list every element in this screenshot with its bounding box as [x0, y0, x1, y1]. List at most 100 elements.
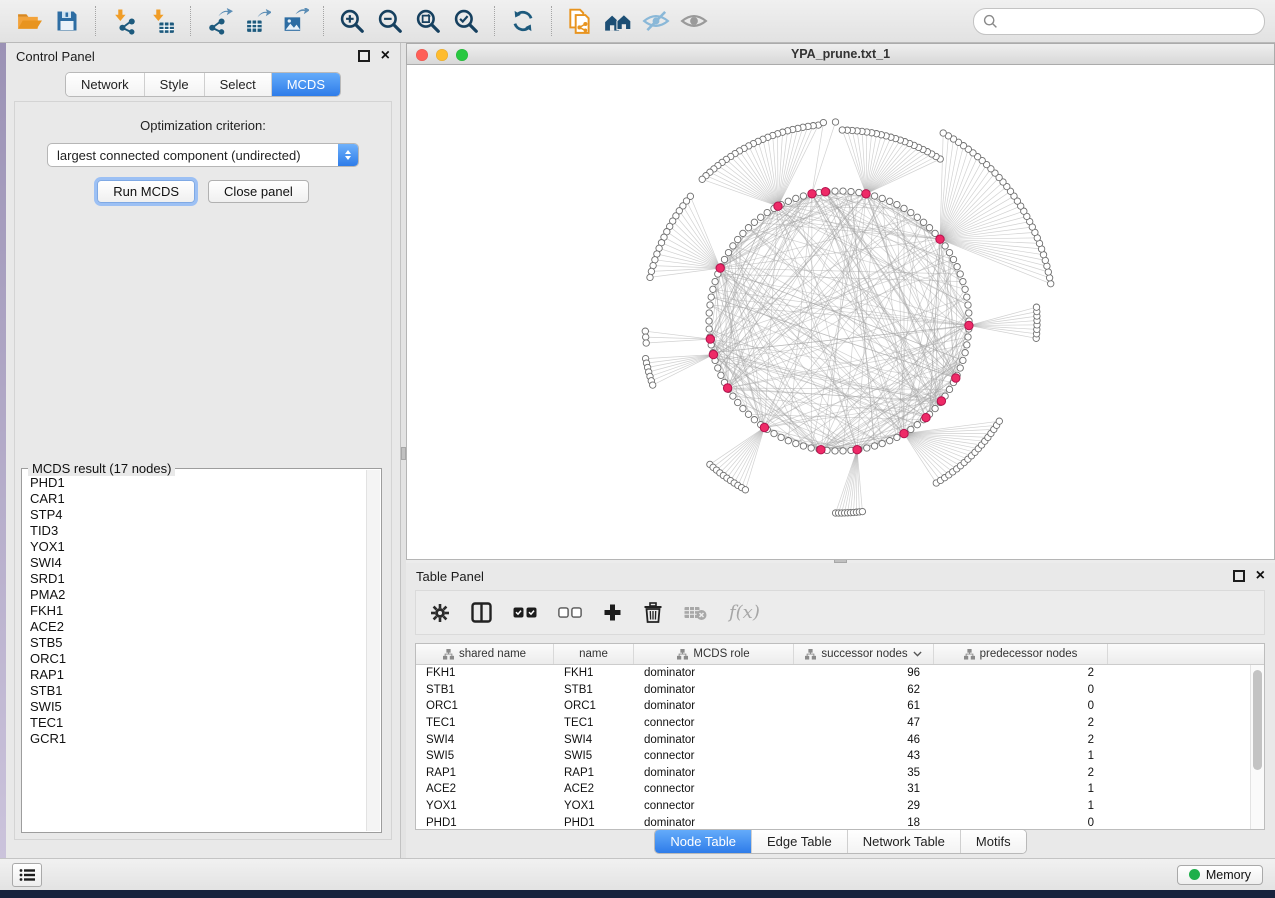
first-neighbors-button[interactable]	[599, 4, 637, 38]
zoom-selected-icon	[452, 7, 480, 35]
mcds-result-item[interactable]: RAP1	[30, 667, 360, 683]
new-network-from-selection-button[interactable]	[561, 4, 599, 38]
apply-function-button[interactable]: f(x)	[729, 602, 760, 623]
table-tabs: Node TableEdge TableNetwork TableMotifs	[654, 829, 1026, 854]
selected-criterion: largest connected component (undirected)	[48, 148, 338, 163]
mcds-result-item[interactable]: PMA2	[30, 587, 360, 603]
tab-node-table[interactable]: Node Table	[655, 830, 751, 853]
table-row[interactable]: SWI5SWI5connector431	[416, 748, 1264, 765]
delete-table-button[interactable]	[684, 605, 708, 621]
tab-style[interactable]: Style	[144, 73, 204, 96]
zoom-in-button[interactable]	[333, 4, 371, 38]
status-bar: Memory	[0, 858, 1275, 890]
tab-motifs[interactable]: Motifs	[960, 830, 1026, 853]
graph-edges	[645, 122, 1050, 513]
select-all-rows-button[interactable]	[513, 607, 537, 618]
close-panel-icon[interactable]: ×	[381, 50, 390, 62]
table-settings-button[interactable]	[430, 603, 450, 623]
gear-icon	[430, 603, 450, 623]
close-panel-icon[interactable]: ×	[1256, 570, 1265, 582]
network-view-titlebar[interactable]: YPA_prune.txt_1	[406, 43, 1275, 65]
float-panel-icon[interactable]	[358, 50, 370, 62]
tab-select[interactable]: Select	[204, 73, 271, 96]
search-field[interactable]	[973, 8, 1265, 35]
export-table-button[interactable]	[238, 4, 276, 38]
float-panel-icon[interactable]	[1233, 570, 1245, 582]
mcds-result-item[interactable]: TID3	[30, 523, 360, 539]
mcds-result-item[interactable]: SWI5	[30, 699, 360, 715]
table-row[interactable]: RAP1RAP1dominator352	[416, 765, 1264, 782]
table-panel-header: Table Panel ×	[406, 563, 1275, 589]
delete-columns-button[interactable]	[643, 602, 663, 623]
unchecked-boxes-icon	[558, 607, 582, 618]
memory-status-icon	[1189, 869, 1200, 880]
network-view-window: YPA_prune.txt_1	[406, 43, 1275, 560]
split-table-panel-button[interactable]	[471, 602, 492, 623]
show-all-button[interactable]	[675, 4, 713, 38]
mcds-result-item[interactable]: GCR1	[30, 731, 360, 747]
column-header-name[interactable]: name	[554, 644, 634, 664]
control-panel-header: Control Panel ×	[6, 43, 400, 69]
table-panel-title: Table Panel	[416, 569, 484, 584]
tab-mcds[interactable]: MCDS	[271, 73, 340, 96]
table-row[interactable]: ORC1ORC1dominator610	[416, 698, 1264, 715]
zoom-out-button[interactable]	[371, 4, 409, 38]
table-row[interactable]: STB1STB1dominator620	[416, 682, 1264, 699]
window-maximize-icon[interactable]	[456, 49, 468, 61]
mcds-result-item[interactable]: YOX1	[30, 539, 360, 555]
export-network-button[interactable]	[200, 4, 238, 38]
zoom-selected-button[interactable]	[447, 4, 485, 38]
tab-network[interactable]: Network	[66, 73, 144, 96]
search-input[interactable]	[998, 13, 1255, 30]
deselect-all-rows-button[interactable]	[558, 607, 582, 618]
table-row[interactable]: ACE2ACE2connector311	[416, 781, 1264, 798]
mcds-result-item[interactable]: STP4	[30, 507, 360, 523]
table-row[interactable]: SWI4SWI4dominator462	[416, 731, 1264, 748]
window-close-icon[interactable]	[416, 49, 428, 61]
apply-layout-button[interactable]	[504, 4, 542, 38]
table-row[interactable]: FKH1FKH1dominator962	[416, 665, 1264, 682]
delete-table-icon	[684, 605, 708, 621]
mcds-result-item[interactable]: STB1	[30, 683, 360, 699]
column-header-MCDS-role[interactable]: MCDS role	[634, 644, 794, 664]
export-image-icon	[282, 8, 309, 35]
mcds-result-item[interactable]: TEC1	[30, 715, 360, 731]
status-menu-button[interactable]	[12, 863, 42, 887]
window-minimize-icon[interactable]	[436, 49, 448, 61]
tab-edge-table[interactable]: Edge Table	[751, 830, 847, 853]
mcds-result-item[interactable]: PHD1	[30, 475, 360, 491]
run-mcds-button[interactable]: Run MCDS	[97, 180, 195, 203]
table-row[interactable]: YOX1YOX1connector291	[416, 798, 1264, 815]
table-row[interactable]: PHD1PHD1dominator180	[416, 814, 1264, 830]
import-network-button[interactable]	[105, 4, 143, 38]
optimization-criterion-select[interactable]: largest connected component (undirected)	[47, 143, 359, 167]
table-scrollbar[interactable]	[1250, 665, 1264, 829]
cytoscape-window: Control Panel × NetworkStyleSelectMCDS O…	[0, 0, 1275, 898]
eye-icon	[680, 7, 708, 35]
save-session-button[interactable]	[48, 4, 86, 38]
hide-selected-button[interactable]	[637, 4, 675, 38]
close-panel-button[interactable]: Close panel	[208, 180, 309, 203]
column-header-successor-nodes[interactable]: successor nodes	[794, 644, 934, 664]
tab-network-table[interactable]: Network Table	[847, 830, 960, 853]
table-row[interactable]: TEC1TEC1connector472	[416, 715, 1264, 732]
memory-button[interactable]: Memory	[1177, 865, 1263, 885]
import-table-button[interactable]	[143, 4, 181, 38]
mcds-result-item[interactable]: CAR1	[30, 491, 360, 507]
mcds-result-item[interactable]: SRD1	[30, 571, 360, 587]
column-header-shared-name[interactable]: shared name	[416, 644, 554, 664]
zoom-fit-button[interactable]	[409, 4, 447, 38]
mcds-result-item[interactable]: STB5	[30, 635, 360, 651]
column-header-predecessor-nodes[interactable]: predecessor nodes	[934, 644, 1108, 664]
open-folder-icon	[16, 8, 43, 35]
mcds-result-item[interactable]: ORC1	[30, 651, 360, 667]
open-file-button[interactable]	[10, 4, 48, 38]
export-image-button[interactable]	[276, 4, 314, 38]
mcds-list-scrollbar[interactable]	[366, 470, 380, 831]
network-canvas[interactable]	[406, 65, 1275, 560]
scrollbar-thumb[interactable]	[1253, 670, 1262, 770]
add-column-button[interactable]	[603, 603, 622, 622]
mcds-result-item[interactable]: FKH1	[30, 603, 360, 619]
mcds-result-item[interactable]: ACE2	[30, 619, 360, 635]
mcds-result-item[interactable]: SWI4	[30, 555, 360, 571]
